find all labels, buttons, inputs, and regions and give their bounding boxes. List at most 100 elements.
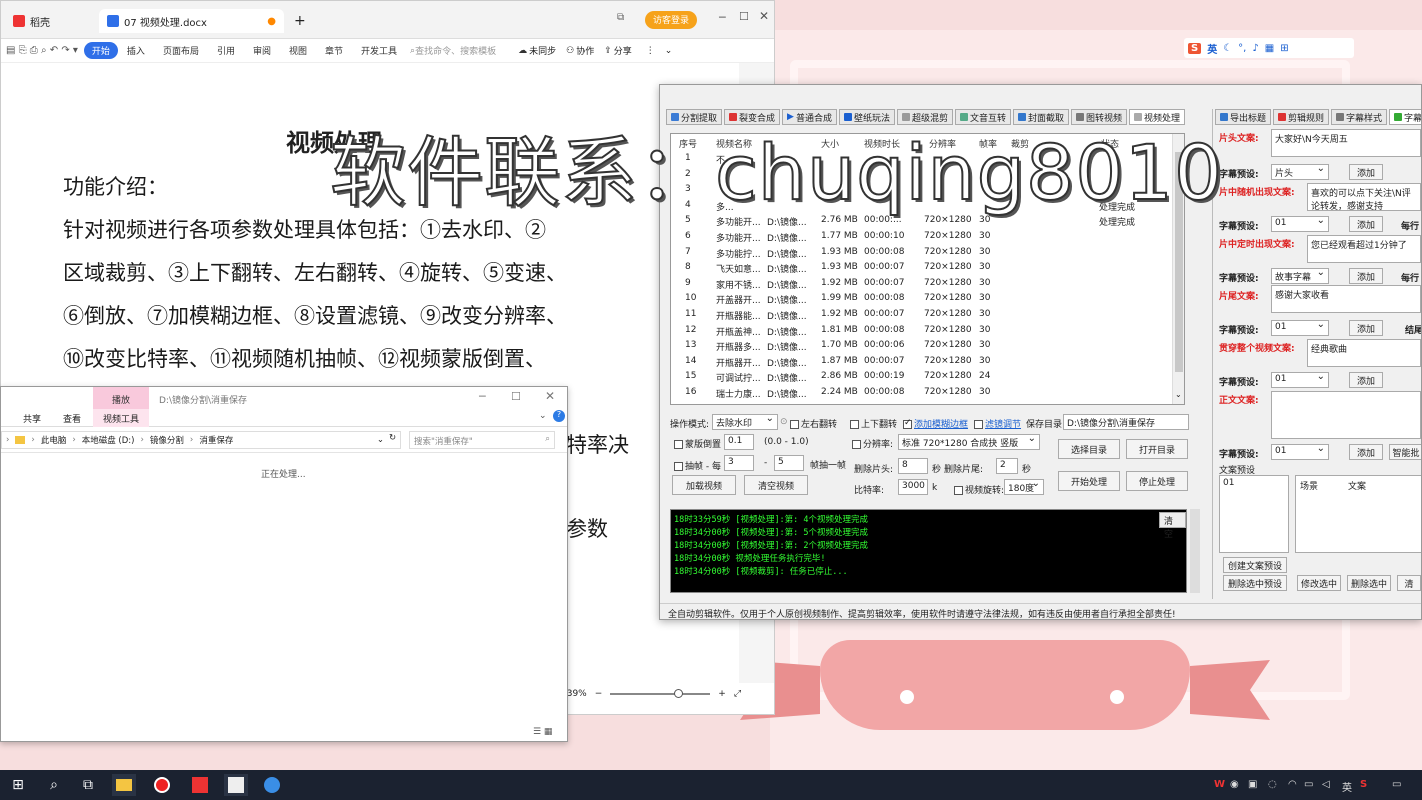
volume-icon[interactable]: ◁ — [1322, 779, 1330, 790]
browser-icon[interactable] — [260, 774, 284, 796]
tab-document[interactable]: 07 视频处理.docx ● — [99, 9, 284, 33]
tab-video-process[interactable]: 视频处理 — [1129, 109, 1186, 125]
mid-timed-textarea[interactable]: 您已经观看超过1分钟了 — [1307, 235, 1421, 263]
tab-export-title[interactable]: 导出标题 — [1215, 109, 1272, 125]
tab-cover[interactable]: 封面截取 — [1013, 109, 1070, 125]
wifi-icon[interactable]: ◠ — [1288, 779, 1297, 790]
menu-start[interactable]: 开始 — [83, 42, 118, 59]
file-explorer-icon[interactable] — [112, 774, 136, 796]
guest-login-button[interactable]: 访客登录 — [645, 11, 698, 29]
app-window-icon[interactable] — [224, 774, 248, 796]
ribbon-tab-play[interactable]: 播放 — [93, 387, 149, 409]
log-scrollbar[interactable] — [1190, 509, 1200, 593]
more-icon[interactable]: ⋮ — [646, 46, 655, 56]
ribbon-tab-view[interactable]: 查看 — [63, 412, 81, 425]
rotate-select[interactable]: 180度 — [1004, 478, 1044, 495]
task-view-icon[interactable]: ⧉ — [76, 774, 100, 796]
ime-lang[interactable]: 英 — [1207, 41, 1217, 56]
keyboard-icon[interactable]: ▦ — [1265, 43, 1274, 54]
table-row[interactable]: 13 开瓶器多... D:\镜像... 1.70 MB 00:00:06 720×1280… — [671, 338, 1171, 354]
close-icon[interactable]: ✕ — [759, 9, 769, 23]
smart-batch-button[interactable]: 智能批 — [1389, 444, 1421, 460]
add-button[interactable]: 添加 — [1349, 216, 1383, 232]
full-copy-textarea[interactable]: 经典歌曲 — [1307, 339, 1421, 367]
menu-devtools[interactable]: 开发工具 — [352, 44, 406, 57]
cut-tail-input[interactable]: 2 — [996, 458, 1018, 474]
crumb-this-pc[interactable]: 此电脑 — [41, 434, 67, 446]
body-copy-textarea[interactable] — [1271, 391, 1421, 439]
maximize-icon[interactable]: ☐ — [511, 390, 521, 403]
expand-ribbon-icon[interactable]: ⌄ — [539, 411, 547, 421]
frame-drop-checkbox[interactable]: 抽帧 - 每 — [674, 459, 721, 472]
quick-access-icons[interactable]: ▤ ⎘ ⎙ ⌕ ↶ ↷ ▾ — [6, 45, 78, 56]
frame-a-input[interactable]: 3 — [724, 455, 754, 471]
table-row[interactable]: 8 飞天如意... D:\镜像... 1.93 MB 00:00:07 720×1280 3… — [671, 260, 1171, 276]
menu-view[interactable]: 视图 — [280, 44, 316, 57]
tab-edit-rules[interactable]: 剪辑规则 — [1273, 109, 1330, 125]
table-row[interactable]: 11 开瓶器能... D:\镜像... 1.92 MB 00:00:07 720×1280… — [671, 307, 1171, 323]
menu-insert[interactable]: 插入 — [118, 44, 154, 57]
tab-normal-merge[interactable]: ▶ 普通合成 — [782, 109, 837, 125]
record-tray-icon[interactable]: ◉ — [1230, 779, 1239, 790]
help-icon[interactable]: ⊙ — [780, 417, 788, 427]
tab-text-audio[interactable]: 文音互转 — [955, 109, 1012, 125]
share-button[interactable]: 分享 — [614, 44, 632, 57]
preset-list[interactable]: 01 — [1219, 475, 1289, 553]
crumb-folder[interactable]: 镜像分割 — [150, 434, 184, 446]
tab-split-extract[interactable]: 分割提取 — [666, 109, 723, 125]
mask-value-input[interactable]: 0.1 — [724, 434, 754, 450]
preset-select-tail[interactable]: 01 — [1271, 319, 1329, 336]
save-dir-input[interactable]: D:\镜像分割\消重保存 — [1063, 414, 1189, 430]
resolution-select[interactable]: 标准 720*1280 合成抉 竖版 — [898, 433, 1040, 450]
command-search-input[interactable]: 查找命令、搜索模板 — [415, 44, 496, 57]
filter-checkbox[interactable]: 滤镜调节 — [974, 417, 1021, 430]
ime-toolbar[interactable]: S 英 ☾ °, ♪ ▦ ⊞ — [1184, 38, 1354, 58]
clear-video-button[interactable]: 清空视频 — [744, 475, 808, 495]
add-button[interactable]: 添加 — [1349, 268, 1383, 284]
record-icon[interactable] — [150, 774, 174, 796]
delete-selected-button[interactable]: 删除选中 — [1347, 575, 1391, 591]
tab-daoke[interactable]: 稻壳 — [5, 9, 95, 33]
table-row[interactable]: 6 多功能开... D:\镜像... 1.77 MB 00:00:10 720×1280 3… — [671, 229, 1171, 245]
help-icon[interactable]: ? — [553, 410, 565, 422]
table-row[interactable]: 15 可调试拧... D:\镜像... 2.86 MB 00:00:19 720×1280… — [671, 369, 1171, 385]
tab-wallpaper[interactable]: 壁纸玩法 — [838, 109, 895, 125]
punct-icon[interactable]: °, — [1238, 43, 1246, 54]
mask-invert-checkbox[interactable]: 蒙版倒置 — [674, 437, 721, 450]
grid-icon[interactable]: ⊞ — [1280, 43, 1288, 54]
collapse-icon[interactable]: ⌄ — [665, 46, 673, 56]
ribbon-tab-video-tools[interactable]: 视频工具 — [93, 409, 149, 427]
view-toggle-icons[interactable]: ☰ ▦ — [533, 727, 552, 737]
flip-lr-checkbox[interactable]: 左右翻转 — [790, 417, 837, 430]
head-copy-textarea[interactable]: 大家好\N今天周五 — [1271, 129, 1421, 157]
tab-fission[interactable]: 裂变合成 — [724, 109, 781, 125]
zoom-out-icon[interactable]: − — [595, 689, 603, 699]
sogou-tray-icon[interactable]: S — [1360, 779, 1367, 790]
close-icon[interactable]: ✕ — [545, 389, 555, 403]
menu-layout[interactable]: 页面布局 — [154, 44, 208, 57]
log-console[interactable]: 18时33分59秒 [视频处理]:第: 4个视频处理完成 18时34分00秒 [… — [670, 509, 1187, 593]
mid-random-textarea[interactable]: 喜欢的可以点下关注\N评论转发，感谢支持 — [1307, 183, 1421, 211]
frame-b-input[interactable]: 5 — [774, 455, 804, 471]
explorer-search-input[interactable]: 搜索"消重保存" ⌕ — [409, 431, 555, 449]
tail-copy-textarea[interactable]: 感谢大家收看 — [1271, 285, 1421, 313]
tab-subtitle[interactable]: 字幕 — [1389, 109, 1421, 125]
add-button[interactable]: 添加 — [1349, 372, 1383, 388]
preset-select-body[interactable]: 01 — [1271, 443, 1329, 460]
table-row[interactable]: 12 开瓶盖神... D:\镜像... 1.81 MB 00:00:08 720×1280… — [671, 323, 1171, 339]
collab-button[interactable]: 协作 — [576, 44, 594, 57]
blur-border-checkbox[interactable]: 添加模糊边框 — [903, 417, 968, 430]
start-process-button[interactable]: 开始处理 — [1058, 471, 1120, 491]
network-tray-icon[interactable]: ◌ — [1268, 779, 1277, 790]
scene-copy-table[interactable]: 场景 文案 — [1295, 475, 1421, 553]
clear-log-button[interactable]: 清空 — [1159, 512, 1186, 540]
menu-reference[interactable]: 引用 — [208, 44, 244, 57]
moon-icon[interactable]: ☾ — [1223, 43, 1232, 54]
search-icon[interactable]: ⌕ — [42, 774, 66, 796]
preset-select-full[interactable]: 01 — [1271, 371, 1329, 388]
flip-ud-checkbox[interactable]: 上下翻转 — [850, 417, 897, 430]
maximize-icon[interactable]: ☐ — [739, 10, 749, 23]
cut-head-input[interactable]: 8 — [898, 458, 928, 474]
zoom-slider[interactable] — [610, 689, 711, 698]
bitrate-input[interactable]: 3000 — [898, 479, 928, 495]
